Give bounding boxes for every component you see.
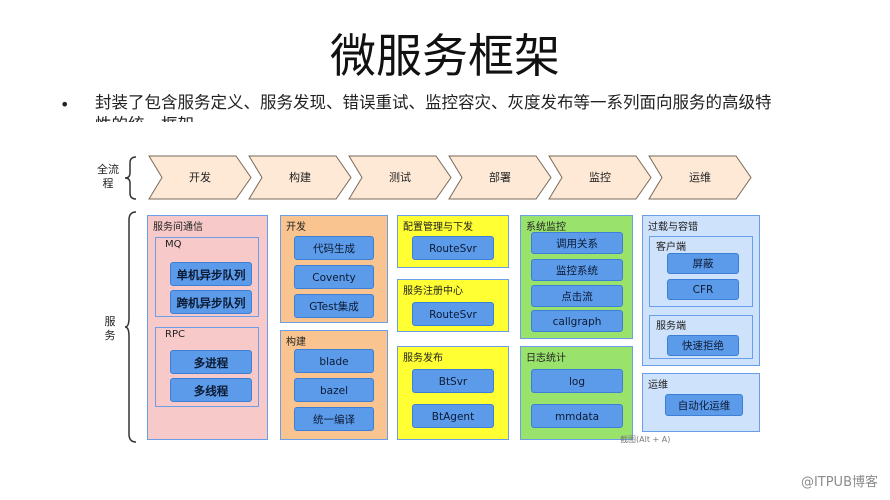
client-item-shield: 屏蔽 — [667, 253, 739, 274]
build-item-unified-compile: 统一编译 — [294, 407, 374, 431]
build-item-bazel: bazel — [294, 378, 374, 402]
pipeline-stage-dev: 开发 — [148, 155, 252, 200]
sysmon-item-clickstream: 点击流 — [531, 285, 623, 307]
group-label: 运维 — [648, 380, 668, 391]
services-row-label: 服 务 — [104, 315, 116, 342]
group-label: 系统监控 — [526, 222, 566, 233]
group-dev: 开发 代码生成 Coventy GTest集成 — [280, 215, 388, 323]
pipeline-stage-build: 构建 — [248, 155, 352, 200]
bullet-icon: • — [60, 95, 70, 114]
pipeline-stage-label: 开发 — [189, 171, 211, 184]
screenshot-shortcut-hint: 截图(Alt + A) — [620, 435, 671, 444]
dev-item-gtest: GTest集成 — [294, 294, 374, 318]
group-label: 服务间通信 — [153, 222, 203, 233]
pipeline-stage-label: 监控 — [589, 171, 611, 184]
sysmon-item-monitor-system: 监控系统 — [531, 259, 623, 281]
registry-item-routesvr: RouteSvr — [412, 302, 494, 326]
subgroup-server: 服务端 快速拒绝 — [649, 315, 753, 359]
group-label: 配置管理与下发 — [403, 222, 473, 233]
subgroup-mq: MQ 单机异步队列 跨机异步队列 — [155, 237, 259, 317]
pipeline-stage-monitor: 监控 — [548, 155, 652, 200]
pipeline-brace-icon — [124, 156, 137, 200]
rpc-item-multi-thread: 多线程 — [170, 378, 252, 402]
pipeline-stage-label: 测试 — [389, 171, 411, 184]
client-item-cfr: CFR — [667, 279, 739, 300]
subgroup-label: 客户端 — [656, 242, 686, 253]
pipeline-stage-ops: 运维 — [648, 155, 752, 200]
group-service-communication: 服务间通信 MQ 单机异步队列 跨机异步队列 RPC 多进程 多线程 — [147, 215, 268, 440]
rpc-item-multi-process: 多进程 — [170, 350, 252, 374]
group-build: 构建 blade bazel 统一编译 — [280, 330, 388, 440]
config-item-routesvr: RouteSvr — [412, 236, 494, 260]
subgroup-rpc: RPC 多进程 多线程 — [155, 327, 259, 407]
group-config-distribution: 配置管理与下发 RouteSvr — [397, 215, 509, 268]
slide-bullet-text: 封装了包含服务定义、服务发现、错误重试、监控容灾、灰度发布等一系列面向服务的高级… — [95, 93, 772, 122]
publish-item-btsvr: BtSvr — [412, 369, 494, 393]
subgroup-client: 客户端 屏蔽 CFR — [649, 236, 753, 307]
logstats-item-log: log — [531, 369, 623, 393]
pipeline-stage-deploy: 部署 — [448, 155, 552, 200]
group-label: 过载与容错 — [648, 222, 698, 233]
slide-title: 微服务框架 — [330, 29, 560, 83]
group-label: 服务发布 — [403, 353, 443, 364]
mq-item-cross-machine-async-queue: 跨机异步队列 — [170, 290, 252, 314]
logstats-item-mmdata: mmdata — [531, 404, 623, 428]
pipeline-stage-label: 运维 — [689, 171, 711, 184]
subgroup-label: MQ — [165, 239, 182, 250]
pipeline-stage-test: 测试 — [348, 155, 452, 200]
group-label: 构建 — [286, 337, 306, 348]
group-label: 服务注册中心 — [403, 286, 463, 297]
subgroup-label: RPC — [165, 329, 185, 340]
dev-item-codegen: 代码生成 — [294, 236, 374, 260]
subgroup-label: 服务端 — [656, 321, 686, 332]
sysmon-item-callgraph: callgraph — [531, 310, 623, 332]
services-brace-icon — [124, 211, 137, 443]
build-item-blade: blade — [294, 349, 374, 373]
mq-item-local-async-queue: 单机异步队列 — [170, 262, 252, 286]
ops-item-auto-ops: 自动化运维 — [665, 394, 743, 416]
group-label: 开发 — [286, 222, 306, 233]
pipeline-stage-label: 构建 — [289, 171, 311, 184]
group-service-registry: 服务注册中心 RouteSvr — [397, 279, 509, 332]
footer-watermark: @ITPUB博客 — [800, 475, 878, 490]
group-overload-fault-tolerance: 过载与容错 客户端 屏蔽 CFR 服务端 快速拒绝 — [642, 215, 760, 366]
publish-item-btagent: BtAgent — [412, 404, 494, 428]
group-operations: 运维 自动化运维 — [642, 373, 760, 432]
group-service-publish: 服务发布 BtSvr BtAgent — [397, 346, 509, 440]
dev-item-coventy: Coventy — [294, 265, 374, 289]
server-item-fast-reject: 快速拒绝 — [667, 335, 739, 356]
pipeline-row-label: 全流 程 — [97, 163, 119, 190]
sysmon-item-call-relations: 调用关系 — [531, 232, 623, 254]
group-label: 日志统计 — [526, 353, 566, 364]
group-system-monitoring: 系统监控 调用关系 监控系统 点击流 callgraph — [520, 215, 633, 339]
pipeline-stage-label: 部署 — [489, 171, 511, 184]
group-log-statistics: 日志统计 log mmdata — [520, 346, 633, 440]
